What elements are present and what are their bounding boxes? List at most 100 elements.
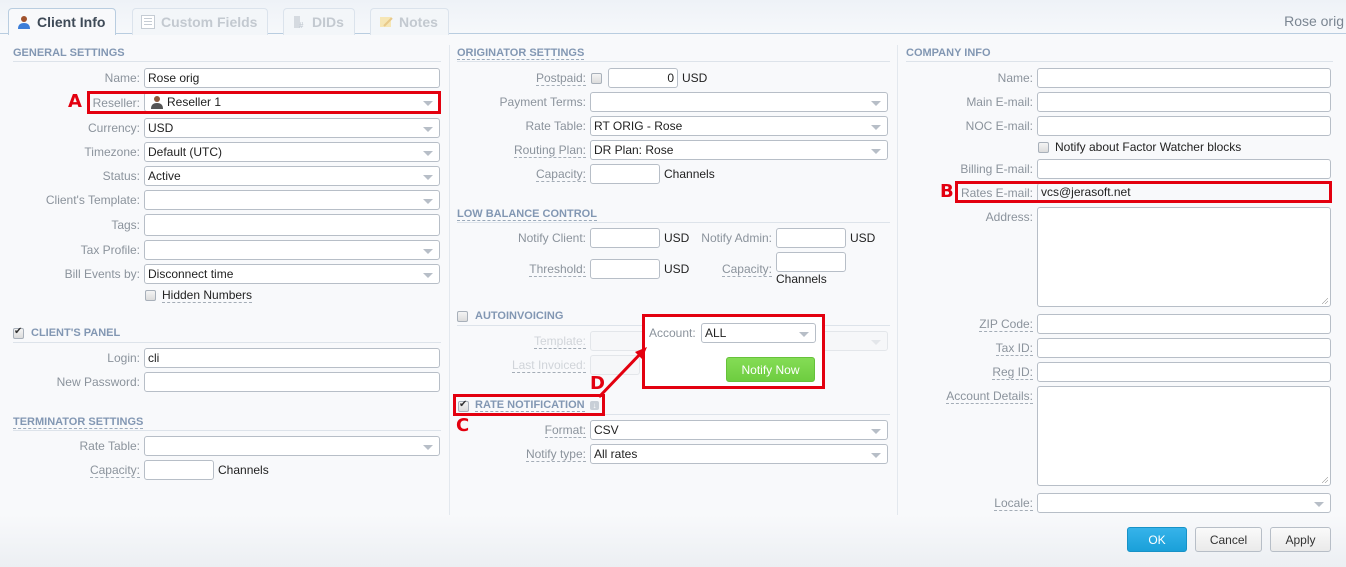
main-email-label: Main E-mail:: [966, 95, 1033, 109]
annotation-b: B: [940, 181, 954, 202]
client-icon: [18, 16, 30, 29]
clients-panel-title: CLIENT'S PANEL: [31, 327, 121, 339]
notify-admin-input[interactable]: [776, 228, 846, 248]
format-select[interactable]: CSV: [590, 420, 888, 440]
notify-type-label: Notify type:: [525, 447, 586, 462]
hidden-numbers-checkbox[interactable]: [145, 290, 156, 301]
tab-label: Client Info: [37, 14, 106, 30]
column-divider: [449, 45, 450, 515]
tab-client-info[interactable]: Client Info: [8, 8, 116, 35]
bill-events-select[interactable]: Disconnect time: [144, 264, 440, 284]
status-select[interactable]: Active: [144, 166, 440, 186]
terminator-rate-table-select[interactable]: [144, 436, 440, 456]
login-input[interactable]: cli: [144, 348, 440, 368]
footer-bar: OK Cancel Apply: [0, 515, 1346, 567]
threshold-input[interactable]: [590, 259, 660, 279]
locale-select[interactable]: [1037, 493, 1331, 513]
account-select[interactable]: ALL: [701, 323, 816, 343]
last-invoiced-label: Last Invoiced:: [511, 358, 586, 373]
tax-profile-select[interactable]: [144, 240, 440, 260]
tab-label: DIDs: [312, 14, 344, 30]
orig-rate-table-select[interactable]: RT ORIG - Rose: [590, 116, 888, 136]
noc-email-label: NOC E-mail:: [965, 119, 1033, 133]
terminator-rate-table-label: Rate Table:: [79, 439, 141, 453]
annotation-c: C: [456, 415, 470, 436]
originator-settings-title[interactable]: ORIGINATOR SETTINGS: [457, 47, 585, 60]
orig-rate-table-label: Rate Table:: [525, 119, 587, 133]
section-divider: [13, 61, 441, 62]
tab-label: Notes: [399, 14, 438, 30]
did-icon: #: [294, 16, 304, 29]
postpaid-amount-input[interactable]: 0: [608, 68, 678, 88]
ok-button[interactable]: OK: [1127, 527, 1187, 552]
postpaid-label: Postpaid:: [535, 71, 586, 86]
terminator-capacity-input[interactable]: [144, 460, 214, 480]
svg-text:#: #: [299, 21, 304, 29]
section-divider: [906, 61, 1333, 62]
main-email-input[interactable]: [1037, 92, 1331, 112]
reg-id-input[interactable]: [1037, 362, 1331, 382]
account-details-label: Account Details:: [946, 389, 1033, 404]
autoinvoicing-title: AUTOINVOICING: [475, 310, 564, 322]
notify-client-input[interactable]: [590, 228, 660, 248]
tags-label: Tags:: [111, 218, 140, 232]
annotation-box-a: [87, 91, 441, 114]
clients-template-label: Client's Template:: [45, 193, 140, 207]
notify-client-unit: USD: [664, 231, 690, 245]
orig-capacity-input[interactable]: [590, 164, 660, 184]
company-name-input[interactable]: [1037, 68, 1331, 88]
login-label: Login:: [107, 351, 140, 365]
autoinvoicing-checkbox[interactable]: [457, 311, 468, 322]
lb-capacity-unit: Channels: [776, 272, 827, 286]
terminator-capacity-unit: Channels: [218, 463, 269, 477]
notify-admin-unit: USD: [850, 231, 876, 245]
tab-custom-fields[interactable]: Custom Fields: [132, 8, 268, 35]
threshold-label: Threshold:: [529, 262, 586, 277]
zip-code-label: ZIP Code:: [979, 317, 1033, 332]
timezone-select[interactable]: Default (UTC): [144, 142, 440, 162]
currency-select[interactable]: USD: [144, 118, 440, 138]
orig-capacity-unit: Channels: [664, 167, 715, 181]
hidden-numbers-label: Hidden Numbers: [162, 288, 253, 303]
tax-id-label: Tax ID:: [995, 341, 1033, 356]
terminator-capacity-label: Capacity:: [89, 463, 140, 478]
reg-id-label: Reg ID:: [992, 365, 1033, 380]
list-icon: [141, 15, 155, 29]
new-password-label: New Password:: [56, 375, 140, 389]
cancel-button[interactable]: Cancel: [1195, 527, 1262, 552]
billing-email-input[interactable]: [1037, 159, 1331, 179]
name-label: Name:: [104, 71, 140, 85]
annotation-a: A: [68, 91, 82, 112]
tab-dids[interactable]: # DIDs: [283, 8, 355, 35]
low-balance-title[interactable]: LOW BALANCE CONTROL: [457, 208, 597, 221]
lb-capacity-input[interactable]: [776, 252, 846, 272]
tags-input[interactable]: [144, 214, 440, 236]
notify-now-button[interactable]: Notify Now: [726, 357, 815, 382]
annotation-box-c: [453, 394, 605, 416]
tax-id-input[interactable]: [1037, 338, 1331, 358]
clients-template-select[interactable]: [144, 190, 440, 210]
company-name-label: Name:: [997, 71, 1033, 85]
postpaid-checkbox[interactable]: [591, 73, 602, 84]
account-label: Account:: [649, 326, 696, 340]
noc-email-input[interactable]: [1037, 116, 1331, 136]
new-password-input[interactable]: [144, 372, 440, 392]
autoinvoicing-template-label: Template:: [533, 334, 586, 349]
terminator-settings-title[interactable]: TERMINATOR SETTINGS: [13, 416, 144, 429]
payment-terms-select[interactable]: [590, 92, 888, 112]
routing-plan-select[interactable]: DR Plan: Rose: [590, 140, 888, 160]
apply-button[interactable]: Apply: [1270, 527, 1331, 552]
factor-watcher-label: Notify about Factor Watcher blocks: [1055, 140, 1242, 154]
clients-panel-checkbox[interactable]: [13, 326, 24, 339]
tab-notes[interactable]: Notes: [370, 8, 449, 35]
factor-watcher-checkbox[interactable]: [1038, 142, 1049, 153]
notify-admin-label: Notify Admin:: [701, 231, 772, 245]
address-textarea[interactable]: [1037, 207, 1331, 307]
threshold-unit: USD: [664, 262, 690, 276]
zip-code-input[interactable]: [1037, 314, 1331, 334]
routing-plan-label: Routing Plan:: [513, 143, 586, 158]
notify-type-select[interactable]: All rates: [590, 444, 888, 464]
orig-capacity-label: Capacity:: [535, 167, 586, 182]
account-details-textarea[interactable]: [1037, 386, 1331, 486]
name-input[interactable]: Rose orig: [144, 68, 440, 88]
